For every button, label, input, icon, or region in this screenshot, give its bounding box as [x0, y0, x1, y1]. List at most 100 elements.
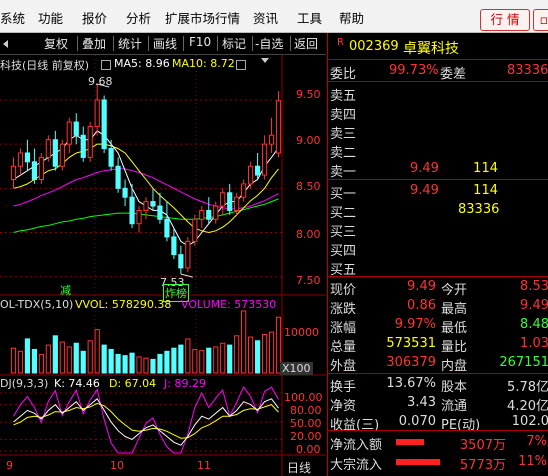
- candle-body: [66, 121, 72, 145]
- divider: [328, 179, 548, 180]
- stat-label: 最低: [441, 321, 468, 336]
- stat-label: 股本: [441, 380, 468, 395]
- stat-label: 现价: [330, 283, 357, 298]
- toolbar-draw-line[interactable]: 画线: [153, 35, 177, 52]
- volume-bar: [31, 348, 38, 374]
- candle-body: [199, 209, 205, 220]
- volume-bar: [136, 356, 142, 374]
- volume-label: VOLUME: 573530: [181, 298, 277, 311]
- volume-bar: [199, 350, 205, 374]
- candle-body: [213, 205, 219, 220]
- volume-bars: [10, 310, 282, 374]
- toolbar-divider: [77, 36, 78, 51]
- stat-value: 9.49: [520, 298, 548, 313]
- weibi-label: 委比: [330, 67, 357, 82]
- menu-quote[interactable]: 报价: [82, 8, 107, 27]
- toolbar-back[interactable]: 返回: [294, 35, 318, 52]
- candle-body: [164, 218, 170, 238]
- scroll-left-icon[interactable]: [3, 40, 8, 48]
- volume-bar: [10, 347, 17, 374]
- candle-body: [178, 254, 184, 269]
- candle-body: [122, 187, 128, 198]
- stat-label: 外盘: [330, 359, 357, 374]
- toolbar-mark[interactable]: 标记: [222, 35, 246, 52]
- volume-bar: [38, 353, 44, 374]
- candle-body: [115, 165, 121, 189]
- volume-bar: [261, 334, 268, 374]
- flow-bar: [396, 439, 424, 445]
- volume-bar: [80, 350, 86, 374]
- ma-dropdown-icon[interactable]: [261, 58, 269, 63]
- ma-setting-icon[interactable]: [236, 60, 246, 70]
- price-tick: 8.00: [296, 228, 321, 241]
- high-price-label: 9.68: [88, 75, 113, 88]
- candle-body: [108, 148, 114, 167]
- menu-tools[interactable]: 工具: [297, 8, 322, 27]
- volume-bar: [157, 353, 163, 374]
- buy-level-label: 买二: [330, 206, 357, 221]
- level-volume: 114: [473, 161, 498, 176]
- toolbar-restore-rights[interactable]: 复权: [44, 35, 68, 52]
- chart-setting-icon[interactable]: [101, 60, 111, 70]
- stat-value: 8.48: [520, 317, 548, 332]
- candle-body: [227, 192, 233, 211]
- stat-label: 净资: [330, 399, 357, 414]
- period-selector[interactable]: 日线: [287, 459, 311, 476]
- candlestick-series: [10, 83, 282, 278]
- menu-system[interactable]: 系统: [0, 8, 25, 27]
- volume-tick: 10000: [284, 326, 319, 339]
- stat-value: 267151: [499, 355, 548, 370]
- sell-level-label: 卖二: [330, 146, 357, 161]
- kdj-tick: 80.00: [290, 404, 322, 417]
- volume-bar: [213, 346, 219, 374]
- menu-help[interactable]: 帮助: [339, 8, 364, 27]
- toolbar-statistics[interactable]: 统计: [118, 35, 142, 52]
- kdj-tick: 50.00: [290, 417, 322, 430]
- toolbar-f10[interactable]: F10: [189, 35, 211, 49]
- stat-label: 内盘: [441, 359, 468, 374]
- volume-indicator-name: OL-TDX(5,10): [0, 298, 74, 311]
- candle-body: [73, 121, 79, 136]
- toolbar-overlay[interactable]: 叠加: [82, 35, 106, 52]
- candle-body: [52, 139, 58, 167]
- code-prefix: R: [337, 37, 344, 48]
- quote-button[interactable]: 行 情: [480, 9, 530, 31]
- stat-value: 102.0: [511, 414, 548, 429]
- flow-label: 大宗流入: [330, 458, 383, 473]
- candle-body: [80, 134, 86, 158]
- volume-bar: [268, 331, 275, 374]
- volume-bar: [122, 355, 128, 374]
- price-tick: 7.50: [296, 274, 321, 287]
- price-tick: 8.50: [296, 180, 321, 193]
- flow-percent: 11%: [518, 454, 547, 469]
- candle-body: [136, 209, 142, 225]
- kline-chart[interactable]: [0, 55, 326, 476]
- candle-body: [94, 99, 100, 127]
- window-control-button[interactable]: ▫: [533, 9, 548, 31]
- menu-function[interactable]: 功能: [38, 8, 63, 27]
- volume-bar: [227, 344, 233, 374]
- level-price: 9.49: [410, 161, 439, 176]
- sell-level-label: 卖三: [330, 127, 357, 142]
- menu-analysis[interactable]: 分析: [126, 8, 151, 27]
- candle-body: [185, 240, 191, 269]
- toolbar-watchlist[interactable]: -自选: [255, 35, 283, 52]
- volume-bar: [24, 338, 31, 374]
- volume-bar: [52, 335, 58, 374]
- stat-label: 今开: [441, 283, 468, 298]
- menu-extended-market[interactable]: 扩展市场行情: [165, 8, 240, 27]
- price-tick: 9.50: [296, 88, 321, 101]
- volume-bar: [185, 338, 191, 374]
- toolbar-divider: [252, 36, 253, 51]
- candle-body: [261, 143, 268, 176]
- divider: [328, 81, 548, 82]
- menu-news[interactable]: 资讯: [253, 8, 278, 27]
- volume-bar: [248, 336, 254, 374]
- level-price: 9.49: [410, 183, 439, 198]
- vvol-label: VVOL: 578290.38: [75, 298, 172, 311]
- stat-label: 换手: [330, 380, 357, 395]
- sell-level-label: 卖一: [330, 165, 357, 180]
- sell-level-label: 卖四: [330, 108, 357, 123]
- stat-value: 13.67%: [386, 376, 436, 391]
- level-volume: 114: [473, 183, 498, 198]
